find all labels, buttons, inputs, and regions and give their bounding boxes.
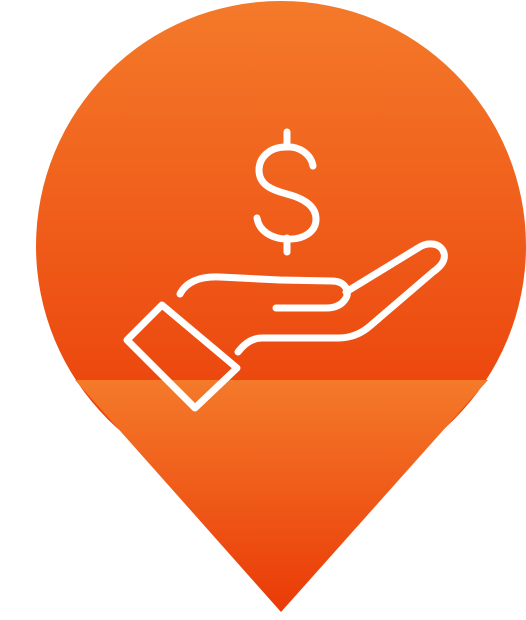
canvas <box>0 0 526 620</box>
location-pin-badge <box>36 1 526 612</box>
pin-point <box>75 380 488 612</box>
